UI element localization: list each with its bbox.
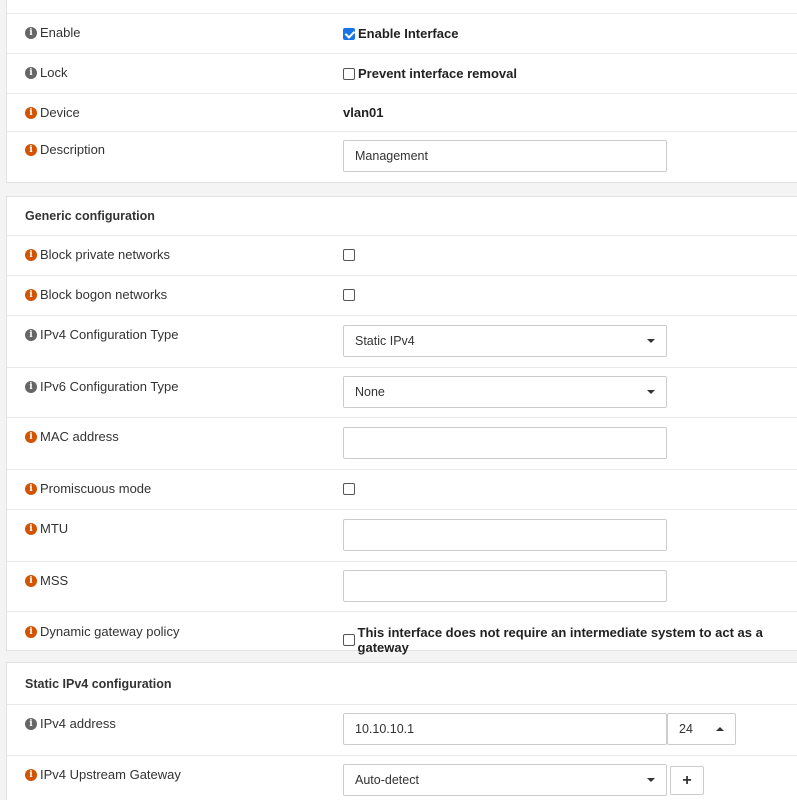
- mss-row: i MSS: [7, 561, 797, 611]
- ipv4-address-label: IPv4 address: [40, 716, 116, 731]
- ipv4-gateway-select[interactable]: Auto-detect: [343, 764, 667, 796]
- info-icon[interactable]: i: [25, 106, 37, 119]
- info-icon[interactable]: i: [25, 66, 37, 79]
- block-private-label: Block private networks: [40, 247, 171, 262]
- enable-row: [7, 0, 797, 14]
- ipv4-gateway-row: i IPv4 Upstream Gateway Auto-detect +: [7, 755, 797, 800]
- block-private-checkbox[interactable]: [343, 249, 355, 261]
- mac-address-input[interactable]: [343, 427, 667, 459]
- mac-row: i MAC address: [7, 417, 797, 469]
- mtu-input[interactable]: [343, 519, 667, 551]
- info-icon[interactable]: i: [25, 625, 37, 638]
- gateway-policy-row: i Dynamic gateway policy This interface …: [7, 611, 797, 655]
- mtu-label: MTU: [40, 521, 69, 536]
- enable-interface-label[interactable]: Enable Interface: [358, 26, 458, 41]
- ipv6-type-value: None: [355, 385, 385, 399]
- add-gateway-button[interactable]: +: [670, 766, 704, 795]
- generic-configuration-title: Generic configuration: [25, 209, 155, 223]
- lock-label: Lock: [40, 65, 68, 80]
- chevron-down-icon: [647, 339, 655, 343]
- ipv6-type-row: i IPv6 Configuration Type None: [7, 367, 797, 417]
- device-value: vlan01: [343, 105, 384, 120]
- interface-settings-page: i Enable Enable Interface i Lock Prevent…: [0, 0, 797, 800]
- ipv4-type-row: i IPv4 Configuration Type Static IPv4: [7, 315, 797, 367]
- description-input[interactable]: Management: [343, 140, 667, 172]
- info-icon[interactable]: i: [25, 574, 37, 587]
- info-icon[interactable]: i: [25, 717, 37, 730]
- basic-configuration-panel: i Enable Enable Interface i Lock Prevent…: [6, 0, 797, 183]
- mss-label: MSS: [40, 573, 69, 588]
- ipv4-type-label: IPv4 Configuration Type: [40, 327, 179, 342]
- ipv4-gateway-label: IPv4 Upstream Gateway: [40, 767, 181, 782]
- ipv4-type-select[interactable]: Static IPv4: [343, 325, 667, 357]
- device-label: Device: [40, 105, 80, 120]
- ipv6-type-label: IPv6 Configuration Type: [40, 379, 179, 394]
- info-icon[interactable]: i: [25, 522, 37, 535]
- info-icon[interactable]: i: [25, 328, 37, 341]
- enable-label: Enable: [40, 25, 81, 40]
- block-bogon-row: i Block bogon networks: [7, 275, 797, 315]
- ipv4-gateway-value: Auto-detect: [355, 773, 419, 787]
- block-bogon-label: Block bogon networks: [40, 287, 168, 302]
- info-icon[interactable]: i: [25, 482, 37, 495]
- promiscuous-label: Promiscuous mode: [40, 481, 152, 496]
- info-icon[interactable]: i: [25, 143, 37, 156]
- description-label: Description: [40, 142, 106, 157]
- promiscuous-checkbox[interactable]: [343, 483, 355, 495]
- promiscuous-row: i Promiscuous mode: [7, 469, 797, 509]
- chevron-down-icon: [647, 390, 655, 394]
- static-ipv4-panel: Static IPv4 configuration i IPv4 address…: [6, 662, 797, 800]
- ipv6-type-select[interactable]: None: [343, 376, 667, 408]
- chevron-down-icon: [647, 778, 655, 782]
- description-row: i Description Management: [7, 131, 797, 184]
- info-icon[interactable]: i: [25, 768, 37, 781]
- gateway-policy-checkbox-label[interactable]: This interface does not require an inter…: [358, 625, 797, 655]
- ipv4-address-input[interactable]: 10.10.10.1: [343, 713, 667, 745]
- mss-input[interactable]: [343, 570, 667, 602]
- chevron-up-icon: [716, 727, 724, 731]
- enable-row: i Enable Enable Interface: [7, 13, 797, 53]
- subnet-value: 24: [679, 722, 693, 736]
- generic-configuration-panel: Generic configuration i Block private ne…: [6, 196, 797, 655]
- gateway-policy-label: Dynamic gateway policy: [40, 624, 180, 639]
- mac-label: MAC address: [40, 429, 119, 444]
- ipv4-type-value: Static IPv4: [355, 334, 415, 348]
- mtu-row: i MTU: [7, 509, 797, 561]
- enable-interface-checkbox[interactable]: [343, 27, 355, 40]
- info-icon[interactable]: i: [25, 26, 37, 39]
- device-row: i Device vlan01: [7, 93, 797, 131]
- prevent-removal-label[interactable]: Prevent interface removal: [358, 66, 517, 81]
- gateway-policy-checkbox[interactable]: [343, 634, 355, 646]
- info-icon[interactable]: i: [25, 430, 37, 443]
- subnet-select[interactable]: 24: [667, 713, 736, 745]
- block-private-row: i Block private networks: [7, 235, 797, 275]
- info-icon[interactable]: i: [25, 248, 37, 261]
- info-icon[interactable]: i: [25, 288, 37, 301]
- info-icon[interactable]: i: [25, 380, 37, 393]
- static-ipv4-title: Static IPv4 configuration: [25, 677, 172, 691]
- prevent-removal-checkbox[interactable]: [343, 67, 355, 80]
- ipv4-address-row: i IPv4 address 10.10.10.1 24: [7, 704, 797, 755]
- block-bogon-checkbox[interactable]: [343, 289, 355, 301]
- lock-row: i Lock Prevent interface removal: [7, 53, 797, 93]
